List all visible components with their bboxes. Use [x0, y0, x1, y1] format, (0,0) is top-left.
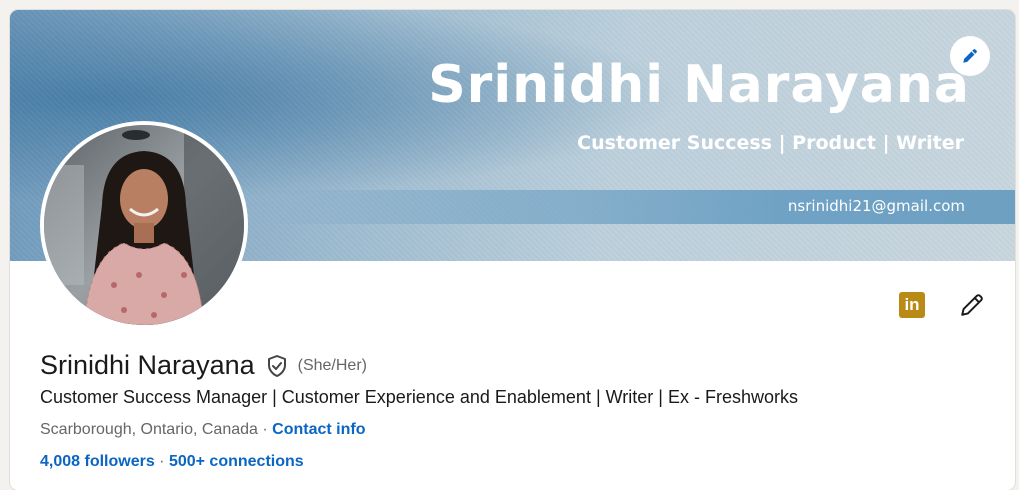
edit-profile-button[interactable] — [959, 292, 985, 318]
connections-link[interactable]: 500+ connections — [169, 453, 304, 470]
location-row: Scarborough, Ontario, Canada · Contact i… — [40, 421, 365, 439]
network-row: 4,008 followers · 500+ connections — [40, 453, 304, 471]
shield-check-icon[interactable] — [265, 354, 289, 378]
banner-tagline: Customer Success | Product | Writer — [577, 132, 964, 154]
location: Scarborough, Ontario, Canada — [40, 421, 258, 438]
network-separator: · — [154, 453, 169, 470]
pronouns: (She/Her) — [297, 356, 367, 374]
profile-actions: in — [899, 292, 985, 318]
banner-email: nsrinidhi21@gmail.com — [787, 197, 965, 215]
name-row: Srinidhi Narayana (She/Her) — [40, 350, 367, 381]
linkedin-glyph: in — [904, 295, 920, 314]
pencil-icon — [961, 294, 983, 316]
linkedin-icon[interactable]: in — [899, 292, 925, 318]
followers-link[interactable]: 4,008 followers — [40, 453, 155, 470]
edit-banner-button[interactable] — [950, 36, 990, 76]
contact-info-link[interactable]: Contact info — [272, 421, 365, 438]
avatar[interactable] — [40, 121, 248, 329]
location-separator: · — [257, 421, 273, 438]
profile-name: Srinidhi Narayana — [40, 350, 255, 380]
headline: Customer Success Manager | Customer Expe… — [40, 387, 798, 407]
profile-photo — [44, 125, 244, 325]
banner-name: Srinidhi Narayana — [428, 55, 970, 115]
profile-card: Srinidhi Narayana Customer Success | Pro… — [10, 10, 1015, 490]
pencil-icon — [963, 49, 977, 63]
